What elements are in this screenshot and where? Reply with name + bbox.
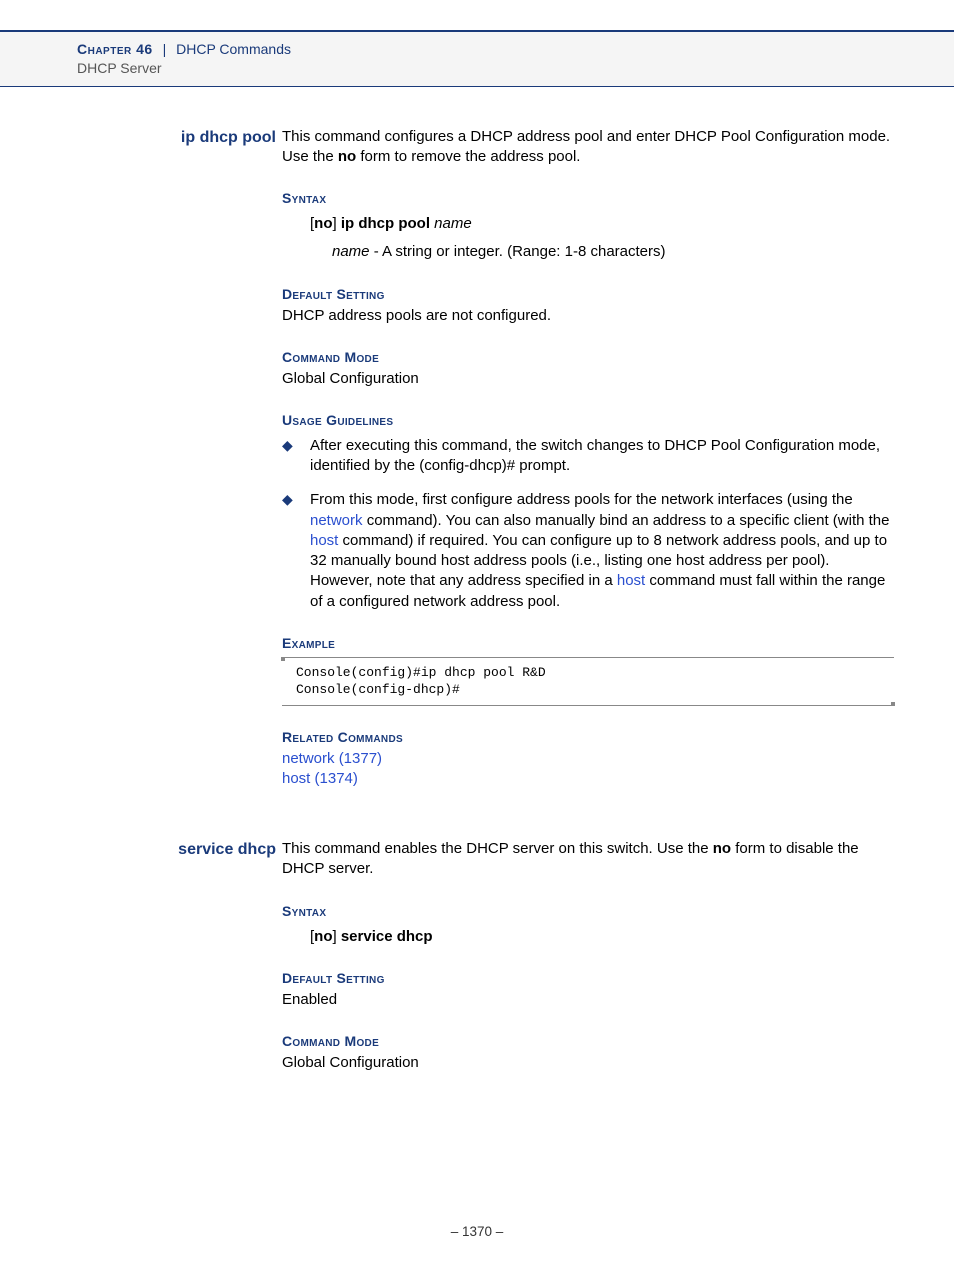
link-network-page[interactable]: network (1377)	[282, 749, 894, 769]
syntax-line: [no] service dhcp	[310, 927, 894, 947]
bullet-text: After executing this command, the switch…	[310, 436, 894, 477]
syntax-line: [no] ip dhcp pool name	[310, 214, 894, 234]
mode-heading: Command Mode	[282, 1032, 894, 1051]
syntax-no: no	[314, 928, 332, 945]
example-heading: Example	[282, 634, 894, 653]
param-text: - A string or integer. (Range: 1-8 chara…	[370, 243, 666, 260]
default-text: Enabled	[282, 990, 894, 1010]
page-number: – 1370 –	[0, 1223, 954, 1241]
desc-text: form to remove the address pool.	[356, 148, 580, 165]
bullet-item: ◆ After executing this command, the swit…	[282, 436, 894, 477]
chapter-label: Chapter 46	[77, 41, 153, 57]
diamond-bullet-icon: ◆	[282, 436, 310, 477]
command-ip-dhcp-pool: ip dhcp pool This command configures a D…	[77, 127, 894, 789]
param-name: name	[332, 243, 370, 260]
syntax-heading: Syntax	[282, 902, 894, 921]
diamond-bullet-icon: ◆	[282, 490, 310, 612]
command-service-dhcp: service dhcp This command enables the DH…	[77, 839, 894, 1073]
link-host[interactable]: host	[310, 532, 338, 549]
syntax-heading: Syntax	[282, 189, 894, 208]
desc-no: no	[338, 148, 356, 165]
default-heading: Default Setting	[282, 969, 894, 988]
related-heading: Related Commands	[282, 728, 894, 747]
command-name: service dhcp	[77, 839, 282, 861]
desc-no: no	[713, 840, 731, 857]
desc-text: This command enables the DHCP server on …	[282, 840, 713, 857]
command-name: ip dhcp pool	[77, 127, 282, 149]
syntax-no: no	[314, 215, 332, 232]
link-host-page[interactable]: host (1374)	[282, 769, 894, 789]
usage-heading: Usage Guidelines	[282, 411, 894, 430]
mode-text: Global Configuration	[282, 369, 894, 389]
default-heading: Default Setting	[282, 285, 894, 304]
mode-heading: Command Mode	[282, 348, 894, 367]
text: command). You can also manually bind an …	[363, 512, 890, 529]
bullet-item: ◆ From this mode, first configure addres…	[282, 490, 894, 612]
default-text: DHCP address pools are not configured.	[282, 306, 894, 326]
syntax-cmd: service dhcp	[341, 928, 433, 945]
section-subtitle: DHCP Server	[77, 59, 954, 78]
separator: |	[157, 41, 173, 57]
command-description: This command enables the DHCP server on …	[282, 840, 859, 877]
link-network[interactable]: network	[310, 512, 363, 529]
syntax-param: name	[434, 215, 472, 232]
page-content: ip dhcp pool This command configures a D…	[0, 87, 954, 1073]
mode-text: Global Configuration	[282, 1053, 894, 1073]
chapter-title: DHCP Commands	[176, 41, 291, 57]
bullet-text: From this mode, first configure address …	[310, 490, 894, 612]
syntax-cmd: ip dhcp pool	[341, 215, 430, 232]
page-header: Chapter 46 | DHCP Commands DHCP Server	[0, 30, 954, 87]
example-code: Console(config)#ip dhcp pool R&D Console…	[282, 657, 894, 706]
text: From this mode, first configure address …	[310, 491, 853, 508]
command-description: This command configures a DHCP address p…	[282, 128, 890, 165]
param-description: name - A string or integer. (Range: 1-8 …	[332, 242, 894, 262]
link-host[interactable]: host	[617, 572, 645, 589]
